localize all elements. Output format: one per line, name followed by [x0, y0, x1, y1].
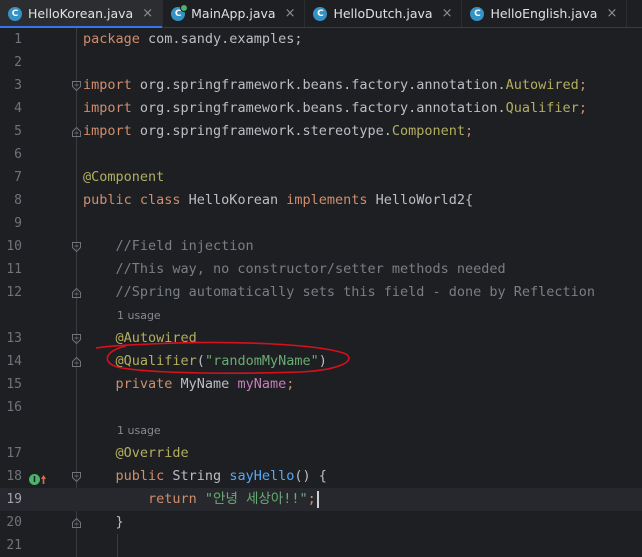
- editor-tab-bar: C HelloKorean.java × C MainApp.java × C HelloDu…: [0, 0, 642, 28]
- run-marker-icon: [180, 3, 189, 12]
- tab-label: HelloDutch.java: [333, 6, 433, 21]
- java-class-icon: C: [470, 6, 485, 21]
- tab-helloenglish-java[interactable]: C HelloEnglish.java ×: [462, 0, 628, 27]
- code-editor[interactable]: 1 package com.sandy.examples; 2 3 import org…: [0, 28, 642, 557]
- close-icon[interactable]: ×: [142, 6, 153, 21]
- tab-hellokorean-java[interactable]: C HelloKorean.java ×: [0, 0, 164, 28]
- tab-label: HelloEnglish.java: [490, 6, 598, 21]
- tab-label: HelloKorean.java: [28, 6, 134, 21]
- tab-mainapp-java[interactable]: C MainApp.java ×: [163, 0, 306, 27]
- close-icon[interactable]: ×: [606, 6, 617, 21]
- java-class-icon: C: [313, 6, 328, 21]
- close-icon[interactable]: ×: [285, 6, 296, 21]
- java-class-icon: C: [8, 6, 22, 21]
- tab-hellodutch-java[interactable]: C HelloDutch.java ×: [305, 0, 463, 27]
- close-icon[interactable]: ×: [442, 6, 453, 21]
- red-circle-annotation: [95, 341, 350, 374]
- java-class-icon: C: [171, 3, 189, 21]
- tab-label: MainApp.java: [191, 6, 276, 21]
